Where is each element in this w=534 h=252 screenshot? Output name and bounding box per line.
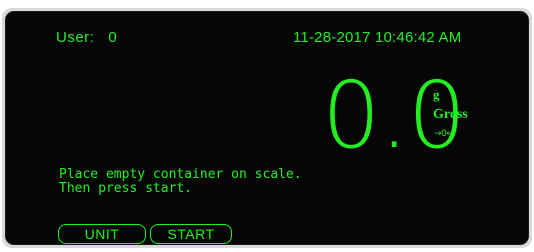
weight-unit-label: g [433, 87, 440, 102]
gross-mode-label: Gross [433, 107, 468, 122]
unit-button[interactable]: UNIT [58, 224, 146, 244]
user-label: User: [56, 29, 95, 46]
terminal-bezel: User: 0 11-28-2017 10:46:42 AM 0.0 g Gros… [2, 8, 532, 248]
instruction-message: Place empty container on scale. Then pre… [59, 168, 302, 196]
user-value: 0 [108, 29, 118, 46]
instruction-line-2: Then press start. [59, 181, 193, 196]
center-of-zero-icon: →0← [434, 129, 454, 139]
start-button[interactable]: START [150, 224, 232, 244]
user-indicator: User: 0 [56, 29, 117, 46]
instruction-line-1: Place empty container on scale. [59, 167, 302, 182]
scale-display-screen: User: 0 11-28-2017 10:46:42 AM 0.0 g Gros… [5, 11, 529, 245]
datetime-display: 11-28-2017 10:46:42 AM [293, 29, 462, 46]
